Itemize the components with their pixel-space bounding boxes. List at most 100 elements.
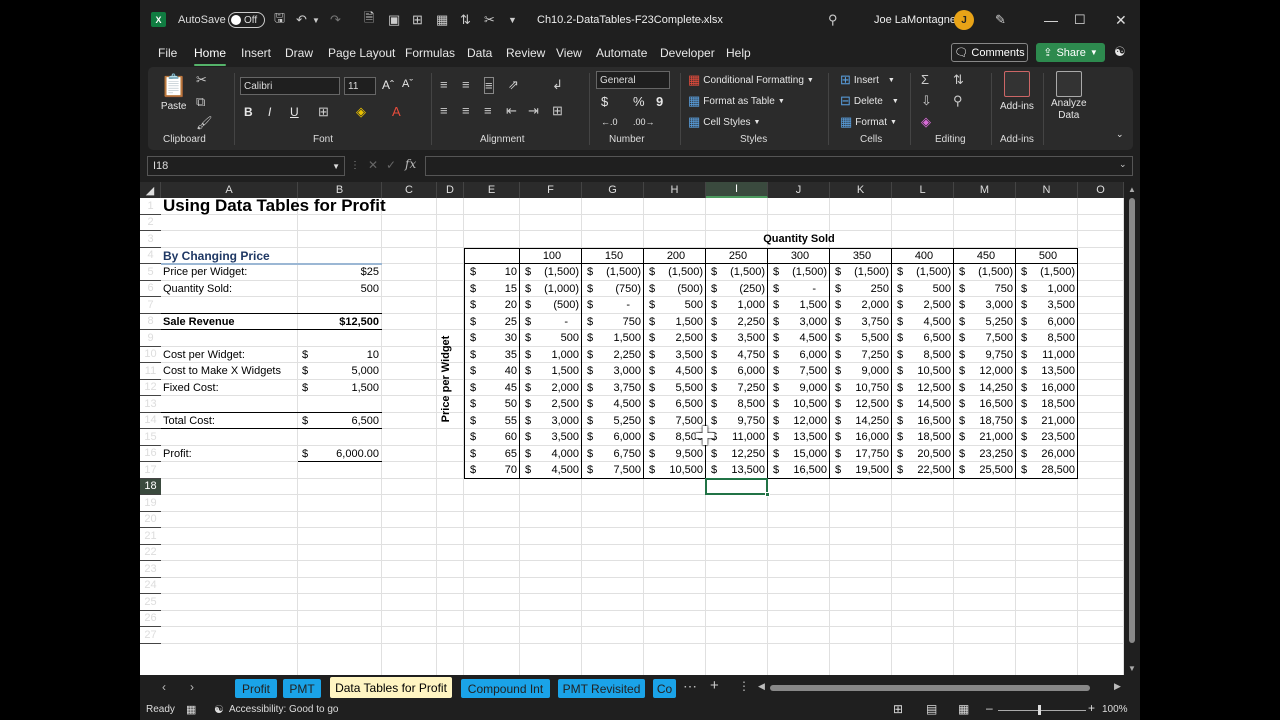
font-size-select[interactable]: 11 bbox=[344, 77, 376, 95]
table-price-30[interactable]: 30 bbox=[464, 330, 520, 347]
label-fixed-cost[interactable]: Fixed Cost: bbox=[161, 380, 298, 397]
column-header-c[interactable]: C bbox=[382, 182, 437, 198]
accessibility-icon[interactable]: ☯ bbox=[214, 703, 224, 716]
paste-button[interactable]: 📋 Paste bbox=[160, 73, 187, 112]
column-header-h[interactable]: H bbox=[644, 182, 706, 198]
normal-view-icon[interactable]: ⊞ bbox=[893, 702, 903, 716]
tab-insert[interactable]: Insert bbox=[241, 46, 271, 60]
table-cell[interactable]: 22,500 bbox=[892, 462, 954, 479]
table-qty-500[interactable]: 500 bbox=[1016, 248, 1078, 265]
search-icon[interactable]: ⚲ bbox=[828, 10, 838, 30]
wrap-text-icon[interactable]: ↲ bbox=[552, 77, 563, 93]
table-cell[interactable]: 6,000 bbox=[706, 363, 768, 380]
row-header-15[interactable]: 15 bbox=[140, 429, 161, 446]
row-header-21[interactable]: 21 bbox=[140, 528, 161, 545]
page-break-view-icon[interactable]: ▦ bbox=[958, 702, 969, 716]
align-middle-icon[interactable]: ≡ bbox=[462, 77, 470, 92]
table-cell[interactable]: 3,000 bbox=[954, 297, 1016, 314]
orientation-icon[interactable]: ⇗ bbox=[508, 77, 519, 93]
increase-decimal-icon[interactable]: ←.0 bbox=[601, 117, 618, 127]
find-select-icon[interactable]: ⚲ bbox=[953, 93, 963, 109]
increase-font-icon[interactable]: Aˆ bbox=[382, 78, 394, 92]
row-header-10[interactable]: 10 bbox=[140, 347, 161, 363]
table-cell[interactable]: 16,500 bbox=[768, 462, 830, 479]
macro-record-icon[interactable]: ▦ bbox=[186, 703, 196, 716]
table-price-65[interactable]: 65 bbox=[464, 446, 520, 463]
table-cell[interactable]: 10,500 bbox=[644, 462, 706, 479]
table-qty-200[interactable]: 200 bbox=[644, 248, 706, 265]
sheet-title[interactable]: Using Data Tables for Profit bbox=[161, 195, 437, 217]
table-cell[interactable]: 500 bbox=[520, 330, 582, 347]
conditional-formatting-button[interactable]: ▦ Conditional Formatting ▼ bbox=[688, 72, 814, 88]
horizontal-scroll-thumb[interactable] bbox=[770, 685, 1090, 691]
format-painter-icon[interactable]: 🖌 bbox=[196, 115, 213, 131]
table-cell[interactable]: 12,000 bbox=[768, 413, 830, 430]
table-qty-350[interactable]: 350 bbox=[830, 248, 892, 265]
tab-page-layout[interactable]: Page Layout bbox=[328, 46, 395, 60]
table-price-55[interactable]: 55 bbox=[464, 413, 520, 430]
accessibility-status[interactable]: Accessibility: Good to go bbox=[229, 704, 339, 715]
sheet-tab-pmt[interactable]: PMT bbox=[283, 679, 321, 698]
column-header-i[interactable]: I bbox=[706, 182, 768, 198]
column-header-g[interactable]: G bbox=[582, 182, 644, 198]
label-quantity-sold[interactable]: Quantity Sold: bbox=[161, 281, 298, 298]
table-cell[interactable]: 4,500 bbox=[768, 330, 830, 347]
pen-icon[interactable]: ✎ bbox=[995, 10, 1006, 30]
table-cell[interactable]: (1,500) bbox=[644, 264, 706, 281]
add-sheet-icon[interactable]: + bbox=[710, 677, 719, 694]
table-cell[interactable]: 3,000 bbox=[520, 413, 582, 430]
table-cell[interactable]: 5,250 bbox=[582, 413, 644, 430]
table-cell[interactable]: 3,750 bbox=[582, 380, 644, 397]
insert-function-icon[interactable]: fx bbox=[405, 157, 416, 171]
cancel-icon[interactable]: ✕ bbox=[368, 158, 378, 172]
table-price-20[interactable]: 20 bbox=[464, 297, 520, 314]
sheet-tab-compound-int[interactable]: Compound Int bbox=[461, 679, 550, 698]
borders-icon[interactable]: ⊞ bbox=[318, 104, 329, 120]
scroll-down-icon[interactable]: ▼ bbox=[1128, 664, 1136, 673]
align-left-icon[interactable]: ≡ bbox=[440, 103, 448, 118]
table-cell[interactable]: 2,250 bbox=[706, 314, 768, 331]
table-qty-250[interactable]: 250 bbox=[706, 248, 768, 265]
customize-qat-icon[interactable]: ▼ bbox=[508, 10, 517, 30]
table-price-70[interactable]: 70 bbox=[464, 462, 520, 479]
column-header-o[interactable]: O bbox=[1078, 182, 1124, 198]
column-header-f[interactable]: F bbox=[520, 182, 582, 198]
grid-icon[interactable]: ▦ bbox=[436, 10, 448, 30]
row-header-1[interactable]: 1 bbox=[140, 198, 161, 215]
column-header-a[interactable]: A bbox=[161, 182, 298, 198]
table-cell[interactable]: 18,750 bbox=[954, 413, 1016, 430]
align-bottom-icon[interactable]: ≡ bbox=[484, 77, 494, 94]
user-name[interactable]: Joe LaMontagne bbox=[874, 10, 956, 30]
image-icon[interactable]: ▣ bbox=[388, 10, 400, 30]
table-cell[interactable]: 16,500 bbox=[892, 413, 954, 430]
sort-icon[interactable]: ⇅ bbox=[460, 10, 471, 30]
table-cell[interactable]: 11,000 bbox=[1016, 347, 1078, 364]
page-layout-view-icon[interactable]: ▤ bbox=[926, 702, 937, 716]
row-header-6[interactable]: 6 bbox=[140, 281, 161, 297]
table-cell[interactable]: 10,500 bbox=[892, 363, 954, 380]
table-qty-450[interactable]: 450 bbox=[954, 248, 1016, 265]
sheet-tab-data-tables-for-profit[interactable]: Data Tables for Profit bbox=[330, 677, 452, 698]
table-cell[interactable]: 2,500 bbox=[892, 297, 954, 314]
table-cell[interactable]: 20,500 bbox=[892, 446, 954, 463]
decrease-font-icon[interactable]: Aˇ bbox=[402, 78, 413, 90]
row-header-27[interactable]: 27 bbox=[140, 627, 161, 644]
value-b12[interactable]: 1,500 bbox=[298, 380, 382, 397]
value-b11[interactable]: 5,000 bbox=[298, 363, 382, 380]
table-cell[interactable]: (1,500) bbox=[582, 264, 644, 281]
table-qty-150[interactable]: 150 bbox=[582, 248, 644, 265]
table-cell[interactable]: 7,500 bbox=[768, 363, 830, 380]
row-header-9[interactable]: 9 bbox=[140, 330, 161, 347]
select-all-corner[interactable]: ◢ bbox=[140, 182, 161, 198]
table-cell[interactable]: (1,500) bbox=[954, 264, 1016, 281]
font-name-select[interactable]: Calibri bbox=[240, 77, 340, 95]
table-cell[interactable]: 12,000 bbox=[954, 363, 1016, 380]
table-cell[interactable]: 23,500 bbox=[1016, 429, 1078, 446]
table-cell[interactable]: 5,500 bbox=[830, 330, 892, 347]
table-cell[interactable]: 13,500 bbox=[706, 462, 768, 479]
avatar[interactable]: J bbox=[954, 10, 974, 30]
table-cell[interactable]: (500) bbox=[520, 297, 582, 314]
table-cell[interactable]: 6,500 bbox=[892, 330, 954, 347]
scroll-left-icon[interactable]: ◀ bbox=[758, 681, 765, 692]
table-cell[interactable]: 3,500 bbox=[520, 429, 582, 446]
